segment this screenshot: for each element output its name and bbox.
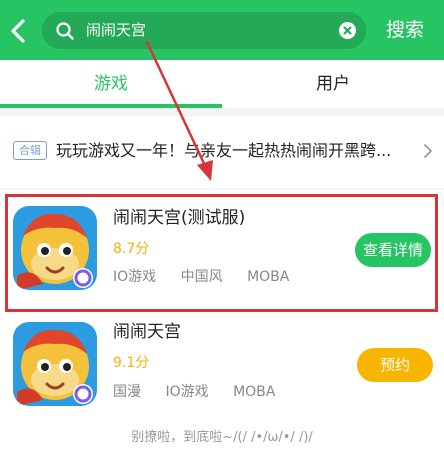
clear-icon[interactable] (339, 22, 356, 39)
tab-games[interactable]: 游戏 (0, 60, 222, 108)
search-button[interactable]: 搜索 (386, 18, 424, 42)
back-icon[interactable] (6, 16, 32, 46)
game-tags: 国漫 IO游戏 MOBA (113, 383, 295, 401)
game-tag: MOBA (233, 384, 276, 400)
highlight-annotation-box (5, 194, 438, 312)
tab-users[interactable]: 用户 (222, 60, 444, 108)
collection-title: 玩玩游戏又一年！与亲友一起热热闹闹开黑跨... (56, 141, 392, 160)
section-divider (0, 108, 444, 116)
collection-row[interactable]: 合辑 玩玩游戏又一年！与亲友一起热热闹闹开黑跨... (0, 116, 444, 188)
game-icon[interactable] (13, 322, 97, 406)
reserve-button[interactable]: 预约 (357, 348, 433, 382)
search-results-page: 搜索 游戏 用户 合辑 玩玩游戏又一年！与亲友一起热热闹闹开黑跨... (0, 0, 444, 459)
top-bar: 搜索 (0, 0, 444, 60)
tab-bar: 游戏 用户 (0, 60, 444, 108)
end-of-list-text: 别撩啦，到底啦~/(/ /•/ω/•/ /)/ (131, 430, 313, 445)
game-tag: IO游戏 (165, 384, 209, 400)
game-tag: 国漫 (113, 384, 141, 400)
game-title[interactable]: 闹闹天宫 (113, 320, 181, 344)
collection-badge: 合辑 (13, 141, 47, 160)
game-card[interactable]: 闹闹天宫 9.1分 国漫 IO游戏 MOBA 预约 (0, 306, 444, 412)
game-score: 9.1分 (113, 355, 150, 371)
search-box[interactable] (42, 12, 366, 49)
search-icon (55, 21, 75, 41)
search-input[interactable] (86, 12, 326, 49)
chevron-right-icon (422, 143, 434, 159)
